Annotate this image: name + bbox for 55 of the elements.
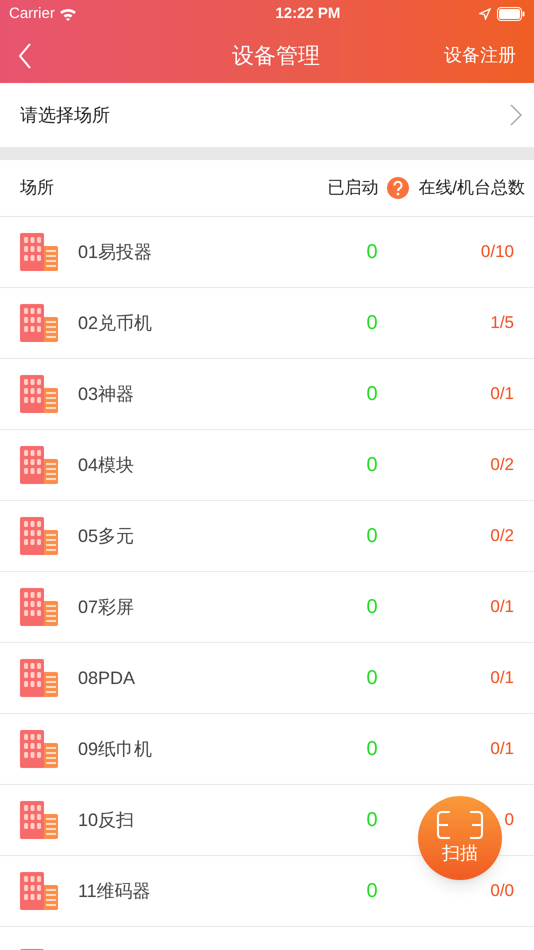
building-icon (19, 516, 59, 556)
venue-name: 05多元 (78, 524, 136, 548)
building-icon (19, 587, 59, 627)
started-count: 0 (365, 808, 379, 833)
column-header: 场所 (20, 177, 55, 200)
venue-name: 03神器 (78, 382, 136, 406)
wifi-icon (58, 7, 77, 21)
building-icon (19, 303, 59, 343)
venue-name: 10反扫 (78, 808, 136, 832)
building-icon (19, 871, 59, 911)
scan-icon (436, 810, 484, 840)
building-icon (19, 374, 59, 414)
column-header: 在线/机台总数 (418, 177, 525, 200)
building-icon (19, 445, 59, 485)
online-count: 0/1 (489, 596, 514, 618)
chevron-right-icon (510, 104, 522, 126)
started-count: 0 (365, 737, 379, 762)
building-icon (19, 658, 59, 698)
online-count: 0/10 (480, 241, 514, 264)
online-count: 0 (504, 809, 514, 832)
started-count: 0 (365, 595, 379, 620)
started-count: 0 (365, 453, 379, 478)
online-count: 0/2 (489, 454, 514, 476)
started-count: 0 (365, 524, 379, 549)
carrier-label: Carrier (9, 4, 55, 24)
page-title: 设备管理 (232, 42, 320, 70)
online-count: 0/2 (489, 525, 514, 548)
venue-name: 09纸巾机 (78, 738, 154, 760)
online-count: 0/1 (489, 383, 514, 406)
help-icon (387, 177, 410, 199)
location-arrow-icon (478, 8, 491, 20)
started-count: 0 (365, 382, 379, 407)
building-icon (19, 729, 59, 769)
venue-picker[interactable]: 请选择场所 (0, 83, 534, 147)
column-header: 已启动 (327, 177, 378, 200)
venue-name: 08PDA (78, 666, 136, 690)
online-count: 0/1 (489, 738, 514, 760)
online-count: 0/1 (489, 667, 514, 690)
started-count: 0 (365, 666, 379, 691)
register-device-button[interactable]: 设备注册 (444, 42, 516, 69)
online-count: 0/0 (489, 880, 514, 902)
building-icon (19, 800, 59, 840)
venue-name: 01易投器 (78, 240, 154, 264)
started-count: 0 (365, 879, 379, 904)
venue-name: 02兑币机 (78, 312, 154, 334)
started-count: 0 (365, 240, 379, 265)
venue-name: 11维码器 (78, 880, 152, 902)
online-count: 1/5 (489, 312, 514, 334)
venue-name: 04模块 (78, 454, 136, 476)
building-icon (19, 232, 59, 272)
scan-button[interactable]: 扫描 (418, 796, 502, 880)
venue-name: 07彩屏 (78, 596, 136, 618)
battery-icon (496, 7, 525, 21)
started-count: 0 (365, 311, 379, 336)
clock: 12:22 PM (275, 4, 340, 24)
